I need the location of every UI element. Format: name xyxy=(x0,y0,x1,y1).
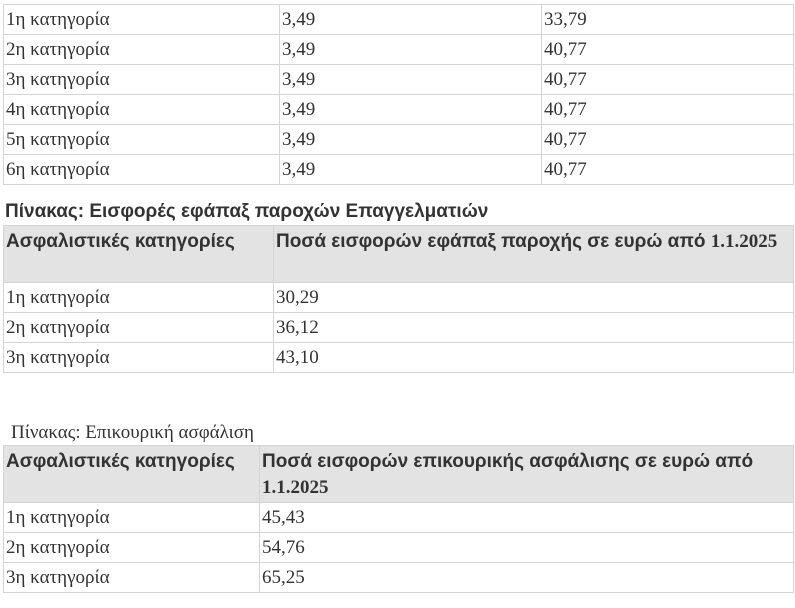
value-cell: 40,77 xyxy=(541,34,794,65)
category-cell: 1η κατηγορία xyxy=(3,4,280,35)
table-row: 3η κατηγορία 65,25 xyxy=(3,562,794,593)
table-header-row: Ασφαλιστικές κατηγορίες Ποσά εισφορών επ… xyxy=(3,445,794,503)
auxiliary-table-caption: Πίνακας: Επικουρική ασφάλιση xyxy=(11,422,254,443)
category-cell: 3η κατηγορία xyxy=(3,64,280,95)
table-row: 2η κατηγορία 54,76 xyxy=(3,532,794,563)
table-row: 5η κατηγορία 3,49 40,77 xyxy=(3,124,794,155)
lump-sum-table-caption: Πίνακας: Εισφορές εφάπαξ παροχών Επαγγελ… xyxy=(5,201,489,222)
value-cell: 65,25 xyxy=(259,562,794,593)
category-cell: 2η κατηγορία xyxy=(3,532,260,563)
category-cell: 3η κατηγορία xyxy=(3,342,274,373)
header-amounts-date: 1.1.2025 xyxy=(262,477,329,498)
category-cell: 2η κατηγορία xyxy=(3,34,280,65)
value-cell: 33,79 xyxy=(541,4,794,35)
table-row: 2η κατηγορία 36,12 xyxy=(3,312,794,343)
category-cell: 1η κατηγορία xyxy=(3,282,274,313)
header-amounts-text: Ποσά εισφορών επικουρικής ασφάλισης σε ε… xyxy=(262,451,754,472)
table-row: 1η κατηγορία 45,43 xyxy=(3,502,794,533)
value-cell: 40,77 xyxy=(541,94,794,125)
category-cell: 2η κατηγορία xyxy=(3,312,274,343)
rates-table: 1η κατηγορία 3,49 33,79 2η κατηγορία 3,4… xyxy=(3,4,794,185)
value-cell: 3,49 xyxy=(279,34,542,65)
value-cell: 40,77 xyxy=(541,154,794,185)
table-row: 1η κατηγορία 3,49 33,79 xyxy=(3,4,794,35)
table-row: 3η κατηγορία 3,49 40,77 xyxy=(3,64,794,95)
header-amounts-text: Ποσά εισφορών εφάπαξ παροχής σε ευρώ από xyxy=(276,231,711,252)
value-cell: 30,29 xyxy=(273,282,794,313)
header-amounts: Ποσά εισφορών επικουρικής ασφάλισης σε ε… xyxy=(259,445,794,503)
header-amounts-date: 1.1.2025 xyxy=(710,231,778,252)
value-cell: 36,12 xyxy=(273,312,794,343)
category-cell: 1η κατηγορία xyxy=(3,502,260,533)
table-row: 4η κατηγορία 3,49 40,77 xyxy=(3,94,794,125)
table-header-row: Ασφαλιστικές κατηγορίες Ποσά εισφορών εφ… xyxy=(3,225,794,283)
value-cell: 3,49 xyxy=(279,4,542,35)
lump-sum-table: Ασφαλιστικές κατηγορίες Ποσά εισφορών εφ… xyxy=(3,225,794,373)
value-cell: 45,43 xyxy=(259,502,794,533)
header-amounts: Ποσά εισφορών εφάπαξ παροχής σε ευρώ από… xyxy=(273,225,794,283)
category-cell: 3η κατηγορία xyxy=(3,562,260,593)
value-cell: 54,76 xyxy=(259,532,794,563)
value-cell: 40,77 xyxy=(541,64,794,95)
header-categories: Ασφαλιστικές κατηγορίες xyxy=(3,445,260,503)
category-cell: 4η κατηγορία xyxy=(3,94,280,125)
value-cell: 3,49 xyxy=(279,154,542,185)
table-row: 6η κατηγορία 3,49 40,77 xyxy=(3,154,794,185)
category-cell: 6η κατηγορία xyxy=(3,154,280,185)
value-cell: 3,49 xyxy=(279,94,542,125)
value-cell: 43,10 xyxy=(273,342,794,373)
value-cell: 40,77 xyxy=(541,124,794,155)
category-cell: 5η κατηγορία xyxy=(3,124,280,155)
value-cell: 3,49 xyxy=(279,64,542,95)
value-cell: 3,49 xyxy=(279,124,542,155)
table-row: 2η κατηγορία 3,49 40,77 xyxy=(3,34,794,65)
header-categories: Ασφαλιστικές κατηγορίες xyxy=(3,225,274,283)
table-row: 3η κατηγορία 43,10 xyxy=(3,342,794,373)
table-row: 1η κατηγορία 30,29 xyxy=(3,282,794,313)
auxiliary-table: Ασφαλιστικές κατηγορίες Ποσά εισφορών επ… xyxy=(3,445,794,593)
